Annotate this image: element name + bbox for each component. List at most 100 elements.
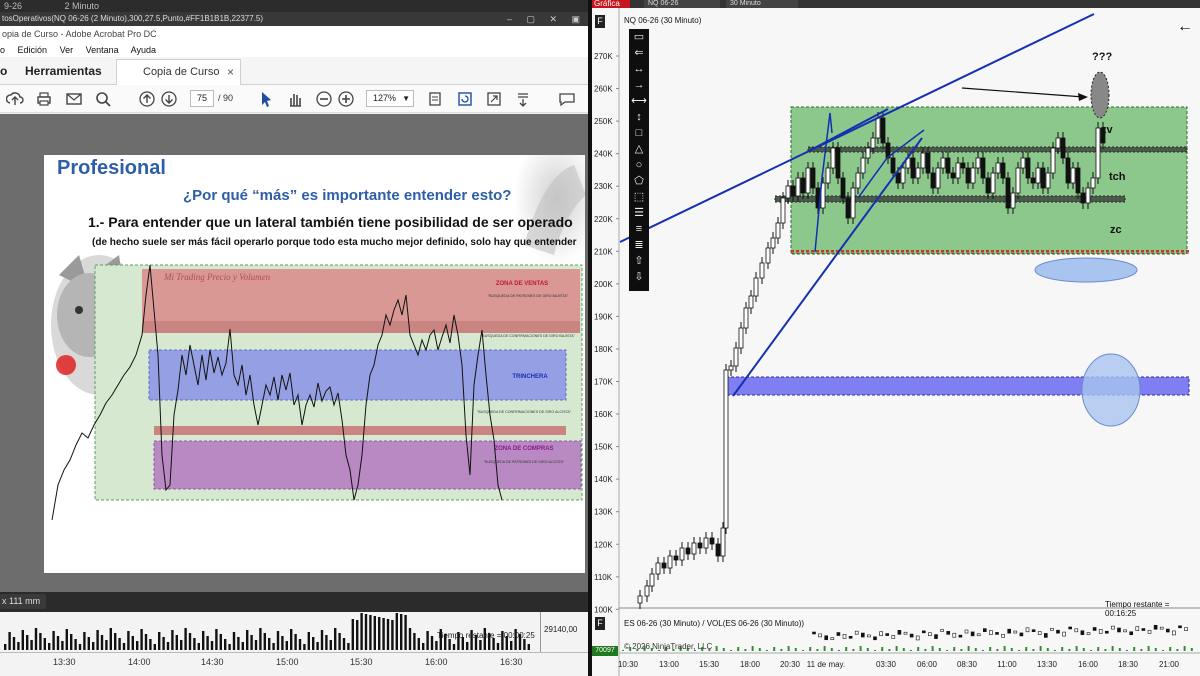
price-axis-tick: 140K — [594, 475, 613, 484]
ellipse-tool-icon[interactable]: ○ — [629, 157, 649, 173]
left-volume-bar — [254, 640, 258, 650]
ray-tool-icon[interactable]: → — [629, 77, 649, 93]
tab-document-label: Copia de Curso — [143, 66, 220, 78]
menu-archivo[interactable]: o — [0, 45, 5, 55]
es-volume-bar — [1140, 649, 1143, 651]
arrow-up-icon[interactable]: ⇧ — [629, 253, 649, 269]
es-volume-bar — [852, 649, 855, 651]
zoom-out-icon[interactable] — [315, 90, 333, 108]
fullscreen-icon[interactable] — [485, 90, 503, 108]
left-volume-bar — [175, 635, 178, 650]
levels-tool-icon[interactable]: ≡ — [629, 221, 649, 237]
tab-tools[interactable]: Herramientas — [25, 64, 102, 78]
rectangle-tool-icon[interactable]: □ — [629, 125, 649, 141]
time-axis-tick: 18:00 — [740, 660, 761, 669]
page-up-icon[interactable] — [138, 90, 156, 108]
scroll-mode-icon[interactable] — [514, 90, 532, 108]
candle-body — [965, 167, 971, 184]
candle-body — [830, 147, 836, 169]
polygon-tool-icon[interactable]: ⬠ — [629, 173, 649, 189]
print-icon[interactable] — [35, 90, 53, 108]
es-volume-bar — [715, 646, 718, 651]
left-volume-bar — [364, 614, 368, 650]
candle-body — [715, 543, 721, 557]
left-volume-bar — [246, 630, 249, 650]
menu-ver[interactable]: Ver — [60, 45, 74, 55]
candle-body — [661, 562, 667, 569]
candle-body — [765, 247, 771, 264]
zoom-value: 127% — [373, 93, 397, 103]
cursor-icon[interactable] — [257, 90, 275, 108]
window-controls[interactable]: – ▢ ✕ ▣ — [507, 12, 586, 26]
candle-body — [655, 562, 661, 575]
es-volume-bar — [802, 650, 804, 651]
es-candle — [867, 634, 871, 638]
chart-f-badge[interactable]: F — [595, 15, 605, 28]
interval-select[interactable]: 30 Minuto — [726, 0, 798, 8]
page-down-icon[interactable] — [160, 90, 178, 108]
sell-zone-note: "BUSQUEDA DE PATRONES DE GIRO BAJISTA" — [488, 294, 569, 298]
tab-document[interactable]: Copia de Curso × — [116, 59, 241, 85]
arrow-left-icon[interactable]: ← — [1177, 18, 1193, 36]
es-candle — [824, 635, 828, 641]
tab-home[interactable]: o — [0, 64, 7, 78]
es-volume-bar — [895, 646, 898, 651]
price-axis-tick: 260K — [594, 85, 613, 94]
line-tool-icon[interactable]: ↔ — [629, 61, 649, 77]
arrow-down-icon[interactable]: ⇩ — [629, 269, 649, 285]
es-candle — [1025, 627, 1030, 633]
time-axis-tick: 06:00 — [917, 660, 938, 669]
candle-body — [733, 347, 739, 367]
price-chart[interactable]: 270K 260K 250K 240K 230K 220K 210K 200K 190K 180K… — [592, 8, 1200, 676]
text-tool-icon[interactable]: ≣ — [629, 237, 649, 253]
price-axis-tick: 110K — [594, 573, 613, 582]
fit-page-icon[interactable] — [426, 90, 444, 108]
candle-body — [759, 262, 765, 279]
left-volume-bar — [8, 632, 11, 650]
left-volume-bar — [290, 629, 293, 650]
left-volume-bar — [382, 618, 385, 650]
triangle-tool-icon[interactable]: △ — [629, 141, 649, 157]
tab-grafica[interactable]: Gráfica — [592, 0, 630, 8]
zoom-in-icon[interactable] — [337, 90, 355, 108]
left-volume-bar — [527, 644, 530, 650]
extended-line-icon[interactable]: ⟷ — [629, 93, 649, 109]
buy-confirm-note: "BUSQUEDA DE CONFIRMACIONES DE GIRO ALCI… — [477, 410, 572, 414]
ruler-icon[interactable]: ▭ — [629, 29, 649, 45]
search-icon[interactable] — [94, 90, 112, 108]
close-icon[interactable]: × — [227, 60, 234, 84]
candle-body — [895, 172, 901, 184]
lower-panel-f-badge[interactable]: F — [595, 617, 605, 630]
left-time-axis: 13:30 14:00 14:30 15:00 15:30 16:00 16:3… — [0, 652, 588, 676]
left-volume-bar — [70, 634, 73, 650]
es-volume-bar — [902, 648, 905, 651]
es-volume-bar — [780, 649, 783, 651]
es-volume-bar — [845, 647, 848, 651]
instrument-select[interactable]: NQ 06-26 — [644, 0, 720, 8]
menu-ventana[interactable]: Ventana — [86, 45, 119, 55]
hand-icon[interactable] — [286, 90, 304, 108]
arrow-tool-icon[interactable]: ⇐ — [629, 45, 649, 61]
drawing-toolbar: ▭ ⇐ ↔ → ⟷ ↕ □ △ ○ ⬠ ⬚ ☰ ≡ ≣ ⇧ ⇩ — [629, 29, 649, 291]
price-axis-tick: 190K — [594, 312, 613, 321]
region-tool-icon[interactable]: ⬚ — [629, 189, 649, 205]
upload-icon[interactable] — [5, 90, 24, 108]
vertical-line-icon[interactable]: ↕ — [629, 109, 649, 125]
candle-body — [955, 162, 961, 179]
menu-ayuda[interactable]: Ayuda — [131, 45, 156, 55]
left-volume-bar — [202, 631, 205, 650]
mail-icon[interactable] — [65, 90, 83, 108]
menu-edicion[interactable]: Edición — [18, 45, 48, 55]
left-volume-bar — [408, 628, 412, 650]
left-volume-bar — [56, 636, 60, 650]
fibonacci-tool-icon[interactable]: ☰ — [629, 205, 649, 221]
es-candle — [1068, 626, 1073, 630]
zoom-select[interactable]: 127% ▼ — [366, 90, 414, 107]
es-candle — [1080, 630, 1085, 636]
page-number-input[interactable]: 75 — [190, 90, 214, 107]
comment-icon[interactable] — [558, 90, 576, 108]
ninja-window-title: tosOperativos(NQ 06-26 (2 Minuto),300,27… — [2, 14, 264, 23]
es-candle — [928, 632, 932, 637]
rotate-icon[interactable] — [456, 90, 474, 108]
trash-icon[interactable] — [629, 285, 649, 291]
